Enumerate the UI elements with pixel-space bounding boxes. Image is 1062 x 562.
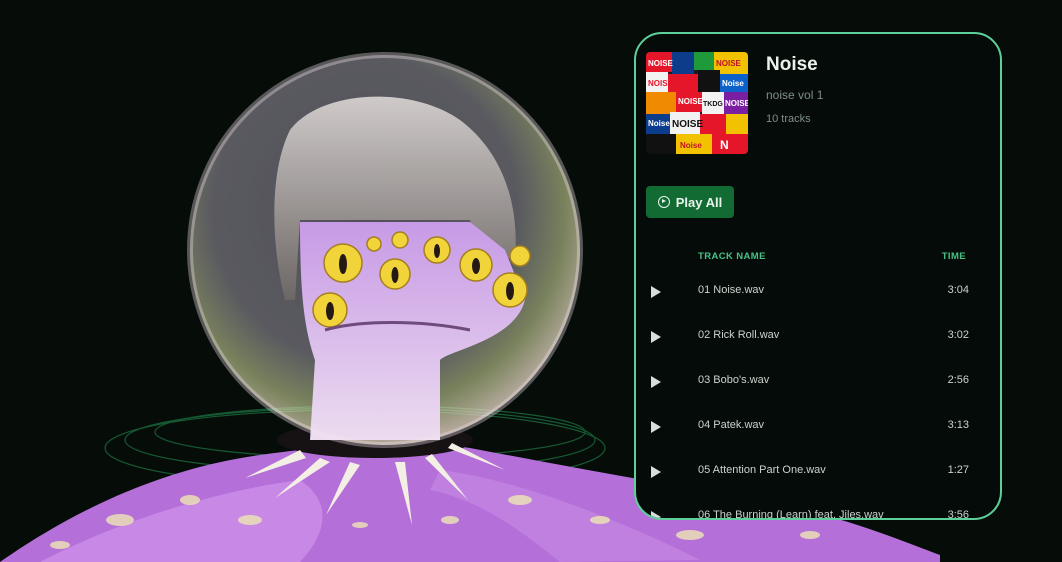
album-cover-art: NOISE NOISE NOISE Noise NOISE TKDG NOISE… xyxy=(646,52,748,154)
track-row[interactable]: 01 Noise.wav 3:04 xyxy=(636,272,1000,312)
play-all-button[interactable]: Play All xyxy=(646,186,734,218)
track-time: 3:02 xyxy=(947,329,969,341)
track-time: 1:27 xyxy=(947,464,969,476)
play-icon[interactable] xyxy=(651,331,661,343)
column-header-track-name: TRACK NAME xyxy=(698,251,766,262)
track-row[interactable]: 03 Bobo's.wav 2:56 xyxy=(636,362,1000,402)
cover-word: NOISE xyxy=(725,99,748,108)
play-icon[interactable] xyxy=(651,466,661,478)
album-subtitle: noise vol 1 xyxy=(766,88,824,102)
play-icon[interactable] xyxy=(651,286,661,298)
album-cover[interactable]: NOISE NOISE NOISE Noise NOISE TKDG NOISE… xyxy=(646,52,748,154)
cover-word: NOISE xyxy=(648,59,674,68)
track-row[interactable]: 02 Rick Roll.wav 3:02 xyxy=(636,317,1000,357)
track-time: 3:56 xyxy=(947,509,969,520)
play-icon[interactable] xyxy=(651,421,661,433)
cover-word: N xyxy=(720,138,729,152)
play-all-label: Play All xyxy=(675,194,723,210)
album-player-panel: NOISE NOISE NOISE Noise NOISE TKDG NOISE… xyxy=(634,32,1002,520)
track-name: 03 Bobo's.wav xyxy=(698,374,770,386)
column-header-time: TIME xyxy=(941,251,966,262)
play-icon[interactable] xyxy=(651,376,661,388)
play-icon[interactable] xyxy=(651,511,661,518)
album-track-count: 10 tracks xyxy=(766,113,811,125)
cover-word: Noise xyxy=(722,79,744,88)
cover-word: TKDG xyxy=(703,101,723,108)
track-row[interactable]: 05 Attention Part One.wav 1:27 xyxy=(636,452,1000,492)
cover-word: Noise xyxy=(648,119,670,128)
play-circle-icon xyxy=(657,196,670,208)
cover-word: NOISE xyxy=(678,97,704,106)
track-name: 06 The Burning (Learn) feat. Jiles.wav xyxy=(698,509,884,520)
cover-word: NOISE xyxy=(672,119,703,130)
cover-word: NOISE xyxy=(648,79,674,88)
cover-word: NOISE xyxy=(716,59,742,68)
track-name: 04 Patek.wav xyxy=(698,419,765,431)
album-title: Noise xyxy=(766,54,818,75)
track-name: 05 Attention Part One.wav xyxy=(698,464,826,476)
track-row[interactable]: 04 Patek.wav 3:13 xyxy=(636,407,1000,447)
track-time: 3:13 xyxy=(947,419,969,431)
track-time: 3:04 xyxy=(947,284,969,296)
track-name: 02 Rick Roll.wav xyxy=(698,329,780,341)
cover-word: Noise xyxy=(680,141,702,150)
track-row[interactable]: 06 The Burning (Learn) feat. Jiles.wav 3… xyxy=(636,497,1000,520)
track-name: 01 Noise.wav xyxy=(698,284,765,296)
track-time: 2:56 xyxy=(947,374,969,386)
